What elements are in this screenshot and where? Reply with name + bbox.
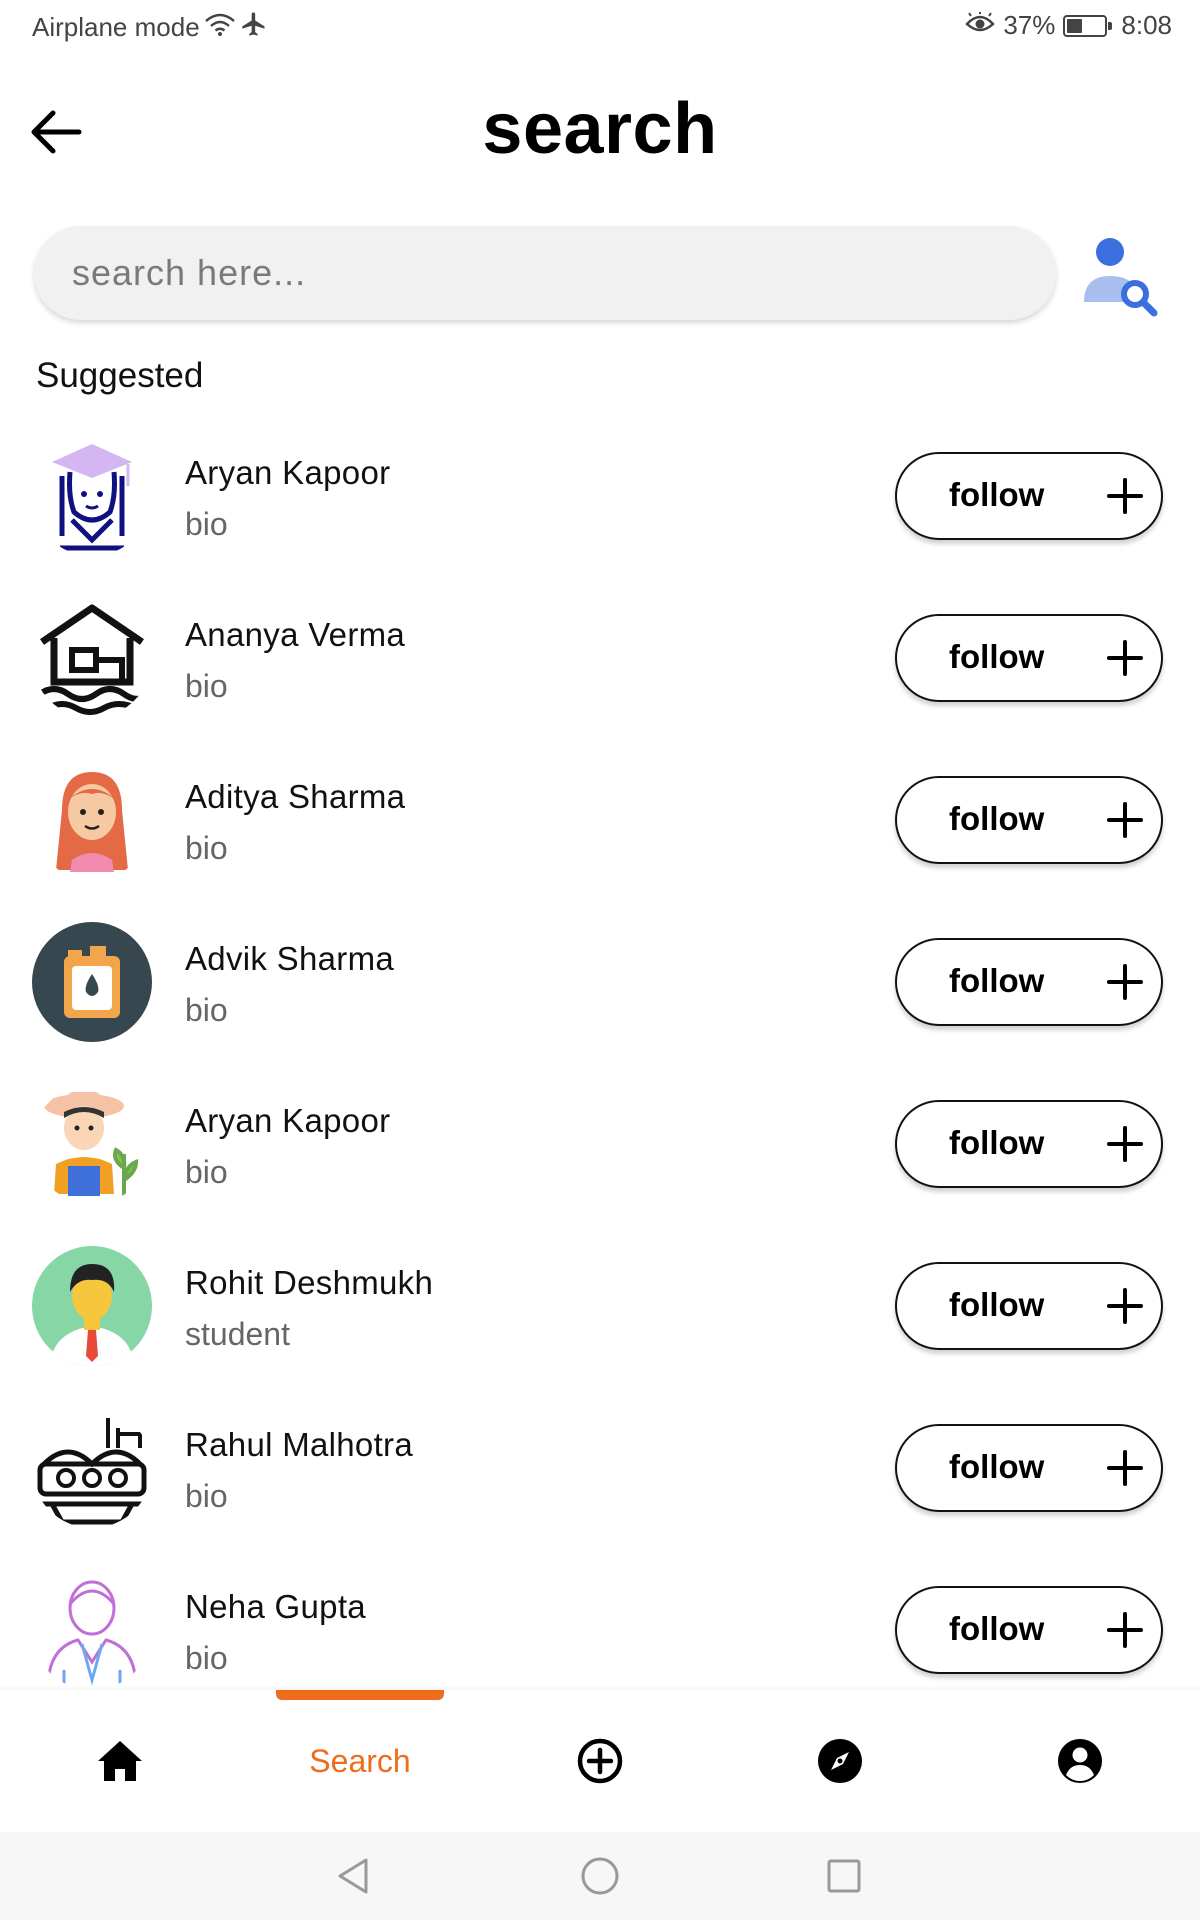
nav-search-label: Search [309, 1742, 411, 1779]
search-bar [34, 226, 1056, 320]
header: search [0, 80, 1200, 190]
farmer-avatar [32, 1084, 152, 1204]
plus-icon [1107, 1126, 1143, 1162]
user-name: Rahul Malhotra [185, 1426, 413, 1463]
follow-button[interactable]: follow [895, 452, 1163, 540]
follow-button[interactable]: follow [895, 1262, 1163, 1350]
user-name: Rohit Deshmukh [185, 1264, 434, 1301]
red-hair-girl-avatar [32, 760, 152, 880]
home-circle-icon[interactable] [578, 1854, 622, 1898]
user-row: Aryan Kapoor bio follow [0, 1078, 1200, 1240]
user-search-button[interactable] [1076, 230, 1166, 320]
user-bio: bio [185, 830, 228, 866]
back-triangle-icon[interactable] [332, 1854, 376, 1898]
add-circle-icon [577, 1738, 623, 1784]
compass-icon [818, 1739, 862, 1783]
plus-icon [1107, 640, 1143, 676]
nav-profile[interactable] [960, 1726, 1200, 1796]
battery-icon [1063, 14, 1113, 37]
status-left: Airplane mode [32, 10, 268, 45]
suggested-user-list: Aryan Kapoor bio follow Ananya Verma bio [0, 430, 1200, 1688]
follow-label: follow [949, 1610, 1045, 1647]
man-tie-avatar [32, 1246, 152, 1366]
follow-label: follow [949, 1286, 1045, 1323]
user-row: Advik Sharma bio follow [0, 916, 1200, 1078]
outline-person-avatar [32, 1570, 152, 1688]
user-row: Neha Gupta bio follow [0, 1564, 1200, 1688]
follow-button[interactable]: follow [895, 1100, 1163, 1188]
follow-label: follow [949, 638, 1045, 675]
nav-explore[interactable] [720, 1726, 960, 1796]
follow-label: follow [949, 800, 1045, 837]
nav-search[interactable]: Search [240, 1726, 480, 1796]
user-search-icon [1084, 238, 1158, 317]
follow-label: follow [949, 476, 1045, 513]
status-bar: Airplane mode 37% 8:08 [0, 0, 1200, 56]
follow-button[interactable]: follow [895, 1424, 1163, 1512]
user-bio: bio [185, 668, 228, 704]
user-row: Aditya Sharma bio follow [0, 754, 1200, 916]
user-name: Neha Gupta [185, 1588, 366, 1625]
factory-avatar [32, 1408, 152, 1528]
user-bio: bio [185, 1154, 228, 1190]
system-navigation-bar [0, 1832, 1200, 1920]
user-name: Ananya Verma [185, 616, 406, 653]
eye-comfort-icon [965, 10, 996, 41]
active-tab-indicator [276, 1690, 444, 1700]
follow-button[interactable]: follow [895, 776, 1163, 864]
user-name: Aditya Sharma [185, 778, 406, 815]
plus-icon [1107, 478, 1143, 514]
user-bio: bio [185, 1640, 228, 1676]
graduate-avatar [32, 436, 152, 556]
plus-icon [1107, 1450, 1143, 1486]
follow-label: follow [949, 1448, 1045, 1485]
plus-icon [1107, 1288, 1143, 1324]
follow-button[interactable]: follow [895, 614, 1163, 702]
plus-icon [1107, 1612, 1143, 1648]
plus-icon [1107, 964, 1143, 1000]
follow-label: follow [949, 962, 1045, 999]
house-waves-avatar [32, 598, 152, 718]
follow-button[interactable]: follow [895, 938, 1163, 1026]
nav-add[interactable] [480, 1726, 720, 1796]
plus-icon [1107, 802, 1143, 838]
user-bio: bio [185, 992, 228, 1028]
user-row: Ananya Verma bio follow [0, 592, 1200, 754]
battery-fill [1067, 18, 1083, 33]
user-bio: bio [185, 506, 228, 542]
follow-button[interactable]: follow [895, 1586, 1163, 1674]
user-row: Rohit Deshmukh student follow [0, 1240, 1200, 1402]
battery-percent: 37% [1003, 10, 1056, 40]
user-name: Aryan Kapoor [185, 1102, 391, 1139]
oil-can-avatar [32, 922, 152, 1042]
recents-square-icon[interactable] [822, 1854, 866, 1898]
user-name: Advik Sharma [185, 940, 395, 977]
status-right: 37% 8:08 [965, 10, 1172, 41]
user-row: Aryan Kapoor bio follow [0, 430, 1200, 592]
airplane-icon [240, 10, 268, 45]
status-time: 8:08 [1121, 10, 1172, 40]
wifi-icon [204, 11, 236, 44]
profile-icon [1058, 1739, 1102, 1783]
user-bio: student [185, 1316, 290, 1352]
search-input[interactable] [72, 252, 1056, 294]
screen: Airplane mode 37% 8:08 search search her… [0, 0, 1200, 1920]
nav-home[interactable] [0, 1726, 240, 1796]
airplane-mode-label: Airplane mode [32, 12, 200, 42]
user-row: Rahul Malhotra bio follow [0, 1402, 1200, 1564]
bottom-nav: Search [0, 1690, 1200, 1832]
section-title-suggested: Suggested [36, 356, 204, 395]
user-name: Aryan Kapoor [185, 454, 391, 491]
page-title: search [482, 89, 718, 169]
user-bio: bio [185, 1478, 228, 1514]
home-icon [98, 1741, 142, 1781]
follow-label: follow [949, 1124, 1045, 1161]
